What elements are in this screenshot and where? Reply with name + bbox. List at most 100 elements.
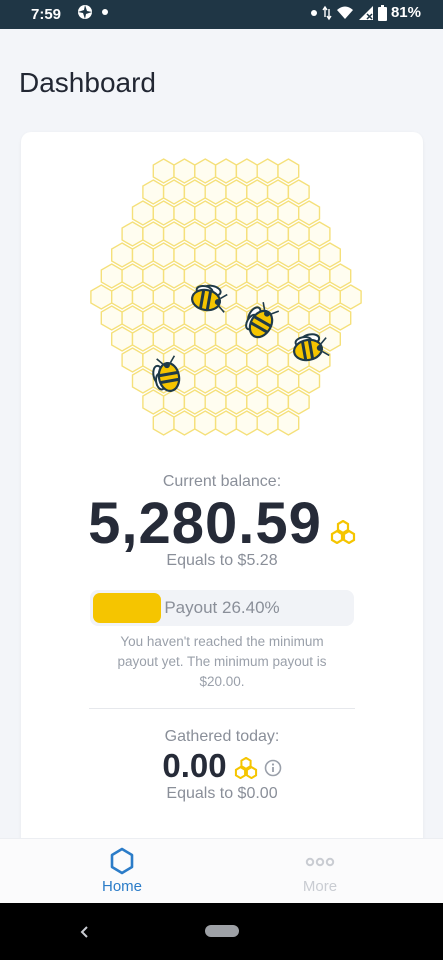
honeycomb-cell bbox=[204, 263, 227, 289]
honeycomb-cell bbox=[225, 347, 248, 373]
honeycomb-cell bbox=[214, 326, 238, 352]
honeycomb-cell bbox=[287, 179, 310, 205]
honeycomb-cell bbox=[235, 158, 258, 184]
honeycomb-cell bbox=[235, 242, 258, 268]
honeycomb-cell bbox=[214, 368, 238, 394]
honeycomb-cell bbox=[225, 179, 248, 205]
honeycomb-cell bbox=[90, 284, 113, 310]
honeycomb-cell bbox=[266, 347, 290, 373]
back-chevron-icon[interactable] bbox=[78, 925, 92, 939]
honeycomb-cell bbox=[162, 389, 186, 415]
honeycomb-cell bbox=[214, 200, 238, 226]
honeycomb-cell bbox=[246, 263, 269, 289]
honeycomb-cell bbox=[152, 284, 175, 310]
wifi-icon bbox=[336, 6, 353, 19]
honeycomb-cell bbox=[204, 347, 227, 373]
honeycomb-cell bbox=[194, 326, 217, 352]
honeycomb-cell bbox=[256, 284, 279, 310]
honeycomb-cell bbox=[266, 221, 290, 247]
gathered-today-label: Gathered today: bbox=[164, 728, 280, 745]
honeycomb-cell bbox=[297, 242, 321, 268]
honeycomb-cells bbox=[90, 158, 362, 436]
honeycomb-cell bbox=[329, 305, 352, 331]
honeycomb-cell bbox=[142, 389, 165, 415]
honeycomb-cell bbox=[173, 158, 196, 184]
honeycomb-cell bbox=[266, 263, 290, 289]
honeycomb-cell bbox=[152, 242, 175, 268]
info-icon[interactable] bbox=[264, 759, 282, 777]
honeycomb-cluster-icon bbox=[234, 757, 257, 779]
honeycomb-cell bbox=[214, 410, 238, 436]
hexagon-icon bbox=[110, 847, 134, 875]
honeycomb-cell bbox=[162, 305, 186, 331]
honeycomb-cell bbox=[287, 389, 310, 415]
honeycomb-cell bbox=[246, 221, 269, 247]
honeycomb-cell bbox=[194, 410, 217, 436]
honeycomb-cell bbox=[142, 179, 165, 205]
honeycomb-cell bbox=[329, 263, 352, 289]
honeycomb-cell bbox=[235, 368, 258, 394]
divider bbox=[89, 708, 355, 709]
honeycomb-cell bbox=[308, 305, 331, 331]
honeycomb-cell bbox=[225, 389, 248, 415]
signal-icon bbox=[358, 5, 373, 20]
status-bar: 7:59 81% bbox=[0, 0, 443, 29]
honeycomb-cell bbox=[246, 347, 269, 373]
honeycomb-cell bbox=[318, 284, 341, 310]
honeycomb-cell bbox=[297, 368, 321, 394]
honeycomb-cell bbox=[142, 263, 165, 289]
payout-minimum-note: You haven't reached the minimum payout y… bbox=[117, 634, 327, 689]
honeycomb-cell bbox=[308, 221, 331, 247]
bottom-navigation: Home More bbox=[0, 838, 443, 904]
balance-card: Current balance: 5,280.59 Equals to $5.2… bbox=[21, 132, 423, 862]
honeycomb-cell bbox=[173, 326, 196, 352]
honeycomb-cell bbox=[100, 263, 123, 289]
honeycomb-cell bbox=[204, 389, 227, 415]
honeycomb-cell bbox=[277, 368, 300, 394]
dots-icon bbox=[305, 857, 335, 867]
honeycomb-cell bbox=[121, 305, 144, 331]
honeycomb-cluster-icon bbox=[330, 520, 355, 544]
nav-more-label: More bbox=[302, 878, 338, 895]
notification-dot-icon bbox=[310, 9, 317, 16]
honeycomb-cell bbox=[266, 389, 290, 415]
honeycomb-cell bbox=[152, 200, 175, 226]
honeycomb-cell bbox=[256, 242, 279, 268]
honeycomb-cell bbox=[131, 326, 155, 352]
nav-home[interactable]: Home bbox=[62, 839, 182, 904]
battery-icon bbox=[377, 4, 387, 21]
notification-dot-icon bbox=[102, 9, 108, 15]
honeycomb-cell bbox=[256, 158, 279, 184]
honeycomb-cell bbox=[235, 410, 258, 436]
honeycomb-cell bbox=[142, 305, 165, 331]
honeycomb-cell bbox=[277, 284, 300, 310]
honeycomb-cell bbox=[318, 242, 341, 268]
honeycomb-cell bbox=[225, 263, 248, 289]
honeycomb-cell bbox=[266, 179, 290, 205]
honeycomb-cell bbox=[214, 158, 238, 184]
honeycomb-cell bbox=[256, 410, 279, 436]
honeycomb-cell bbox=[246, 179, 269, 205]
honeycomb-cell bbox=[194, 368, 217, 394]
status-time: 7:59 bbox=[31, 6, 62, 23]
honeycomb-cell bbox=[225, 221, 248, 247]
honeycomb-cell bbox=[183, 221, 206, 247]
honeycomb-hive-illustration bbox=[90, 158, 362, 436]
honeycomb-cell bbox=[142, 221, 165, 247]
honeycomb-cell bbox=[100, 305, 123, 331]
honeycomb-cell bbox=[194, 242, 217, 268]
balance-usd-equivalent: Equals to $5.28 bbox=[166, 552, 278, 569]
honeycomb-cell bbox=[235, 200, 258, 226]
honeycomb-cell bbox=[121, 347, 144, 373]
honeycomb-cell bbox=[173, 200, 196, 226]
nav-more[interactable]: More bbox=[260, 839, 380, 904]
data-transfer-icon bbox=[322, 5, 332, 20]
honeycomb-cell bbox=[111, 284, 134, 310]
honeycomb-cell bbox=[152, 410, 175, 436]
current-balance-label: Current balance: bbox=[162, 473, 282, 490]
honeycomb-cell bbox=[173, 410, 196, 436]
honeycomb-cell bbox=[162, 221, 186, 247]
gathered-today-value: 0.00 bbox=[162, 747, 227, 784]
home-pill-button[interactable] bbox=[205, 925, 239, 937]
payout-progress-bar: Payout 26.40% bbox=[90, 590, 354, 626]
